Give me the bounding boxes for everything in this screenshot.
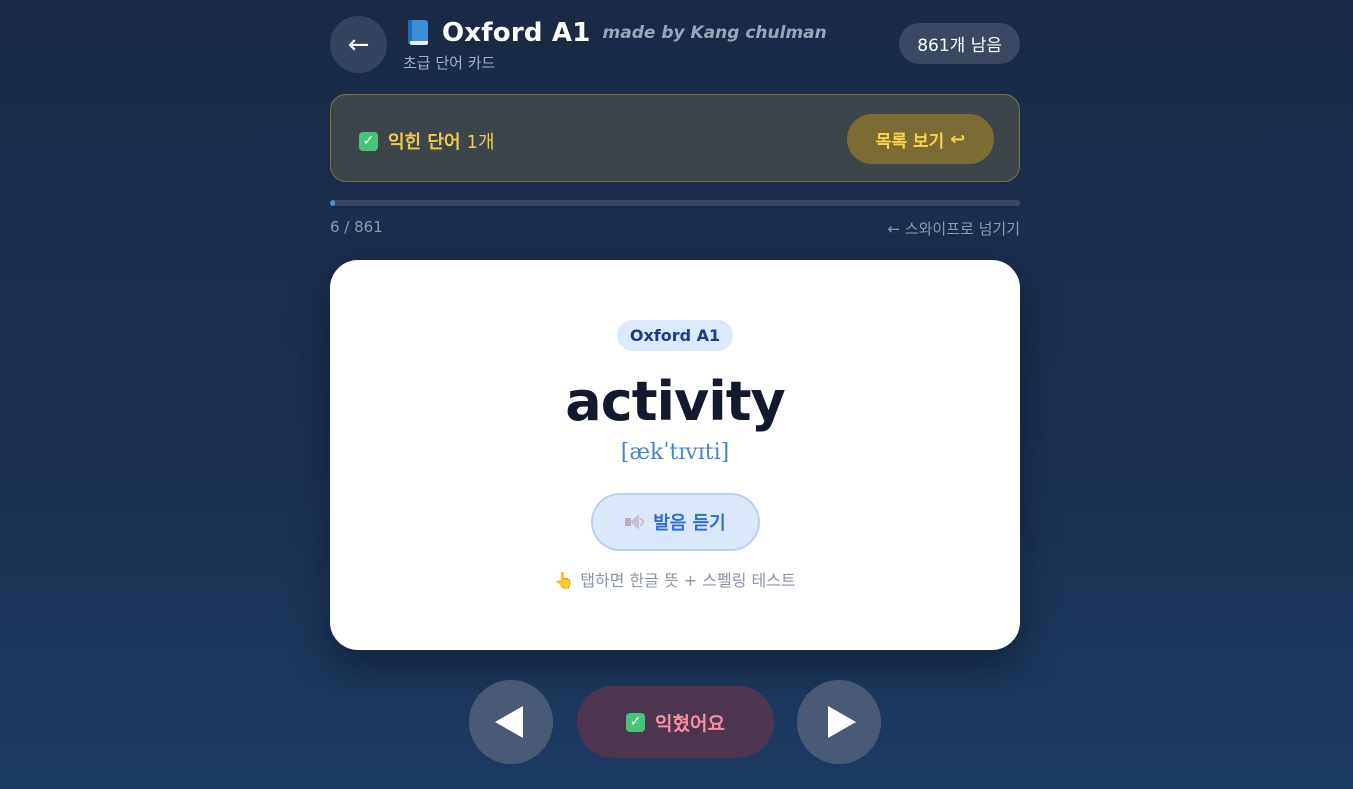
tap-hint: 👆 탭하면 한글 뜻 + 스펠링 테스트 [330, 567, 1020, 591]
triangle-left-icon [495, 706, 523, 738]
listen-pronunciation-button[interactable]: 발음 듣기 [591, 493, 760, 551]
pointing-hand-icon: 👆 [554, 571, 575, 590]
made-by-credit: made by Kang chulman [602, 23, 827, 43]
app-container: ← Oxford A1 made by Kang chulman 초급 단어 카… [330, 0, 1020, 789]
next-card-button[interactable] [797, 680, 881, 764]
blue-book-icon [406, 20, 428, 46]
progress-counter: 6 / 861 [330, 218, 383, 236]
title-row: Oxford A1 made by Kang chulman [406, 16, 827, 50]
card-phonetic: [ækˈtɪvɪti] [620, 440, 730, 465]
swipe-hint: ← 스와이프로 넘기기 [887, 220, 1020, 238]
back-arrow-icon: ← [347, 29, 370, 60]
return-arrow-icon: ↩ [950, 128, 966, 150]
view-list-button[interactable]: 목록 보기 ↩ [847, 114, 994, 164]
view-list-label: 목록 보기 [875, 131, 945, 152]
learned-words-count: 1개 [466, 132, 495, 153]
app-title: Oxford A1 [442, 18, 591, 48]
progress-bar-fill [330, 200, 335, 206]
check-box-icon: ✓ [359, 131, 378, 151]
mark-learned-button[interactable]: ✓ 익혔어요 [577, 686, 774, 758]
check-box-icon: ✓ [626, 712, 646, 732]
triangle-right-icon [828, 706, 856, 738]
learned-words-label: 익힌 단어 [388, 132, 461, 153]
learned-words-summary: ✓ 익힌 단어 1개 [359, 128, 495, 154]
remaining-count-badge: 861개 남음 [899, 23, 1020, 64]
back-button[interactable]: ← [330, 16, 387, 73]
previous-card-button[interactable] [469, 680, 553, 764]
learned-words-banner: ✓ 익힌 단어 1개 목록 보기 ↩ [330, 94, 1020, 182]
tap-hint-text: 탭하면 한글 뜻 + 스펠링 테스트 [580, 571, 796, 590]
card-word: activity [565, 370, 786, 433]
flash-card[interactable]: Oxford A1 activity [ækˈtɪvɪti] 발음 듣기 👆 탭하… [330, 260, 1020, 650]
level-badge: Oxford A1 [617, 320, 733, 351]
listen-button-label: 발음 듣기 [653, 513, 726, 534]
speaker-icon [625, 513, 645, 531]
mark-learned-label: 익혔어요 [655, 712, 725, 735]
progress-bar [330, 200, 1020, 206]
page-subtitle: 초급 단어 카드 [403, 54, 496, 72]
